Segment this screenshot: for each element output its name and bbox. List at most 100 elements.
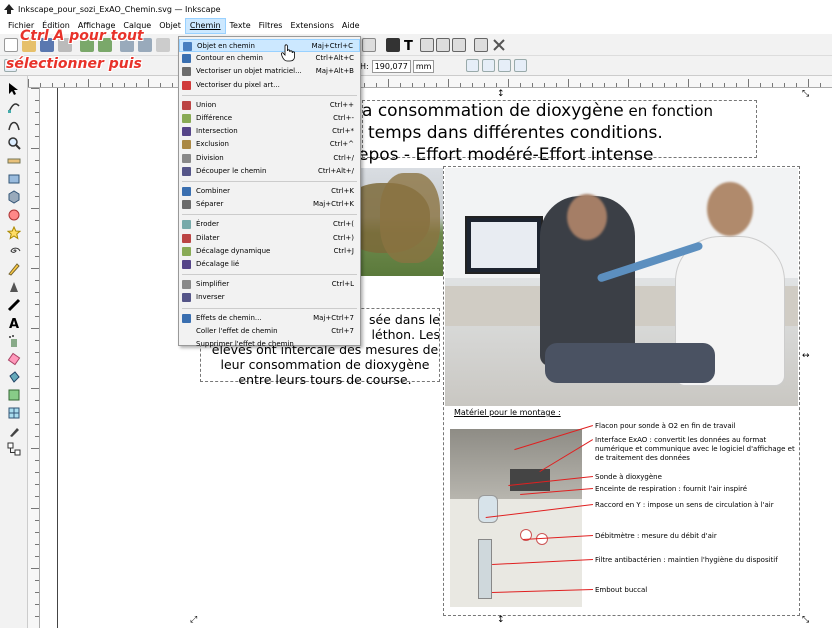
pen-tool-icon[interactable] (7, 280, 21, 294)
menu-item-division[interactable]: Division Ctrl+/ (179, 152, 360, 165)
menu-item-vectoriser-du-pixel-art[interactable]: Vectoriser du pixel art... (179, 79, 360, 92)
paragraph-line: entre leurs tours de course. (238, 372, 412, 387)
apparatus-label: Embout buccal (595, 586, 648, 594)
menu-item-intersection[interactable]: Intersection Ctrl+* (179, 125, 360, 138)
text-tool-icon[interactable]: A (7, 316, 21, 330)
menu-objet[interactable]: Objet (155, 18, 185, 34)
new-document-icon[interactable] (4, 38, 18, 52)
ruler-tick (604, 83, 605, 87)
menu-item-contour-en-chemin[interactable]: Contour en chemin Ctrl+Alt+C (179, 52, 360, 65)
apparatus-photo[interactable] (450, 429, 582, 607)
tweak-tool-icon[interactable] (7, 118, 21, 132)
unit-select[interactable]: mm (412, 59, 435, 73)
menu-texte[interactable]: Texte (226, 18, 255, 34)
menu-item-shortcut: Ctrl+7 (331, 326, 354, 335)
scale-corners-icon[interactable] (482, 59, 495, 72)
spray-tool-icon[interactable] (7, 334, 21, 348)
rectangle-tool-icon[interactable] (7, 172, 21, 186)
menu-item-decalage-dynamique[interactable]: Décalage dynamique Ctrl+J (179, 245, 360, 258)
menu-item-difference[interactable]: Différence Ctrl+- (179, 112, 360, 125)
menu-item-simplifier[interactable]: Simplifier Ctrl+L (179, 278, 360, 291)
menu-item-label: Effets de chemin... (196, 313, 262, 322)
menu-item-combiner[interactable]: Combiner Ctrl+K (179, 185, 360, 198)
paint-bucket-tool-icon[interactable] (7, 370, 21, 384)
zoom-fit-icon[interactable] (362, 38, 376, 52)
menu-item-shortcut: Ctrl+/ (333, 153, 354, 162)
ruler-tick (35, 496, 39, 497)
gradient-tool-icon[interactable] (7, 388, 21, 402)
ruler-tick (35, 544, 39, 545)
3d-box-tool-icon[interactable] (7, 190, 21, 204)
menu-item-union[interactable]: Union Ctrl++ (179, 99, 360, 112)
drawing-canvas[interactable]: a consommation de dioxygène en fonction … (40, 88, 832, 628)
dropper-tool-icon[interactable] (7, 424, 21, 438)
resize-handle[interactable]: ↕ (497, 616, 505, 625)
menu-item-objet-en-chemin[interactable]: Objet en chemin Maj+Ctrl+C (179, 39, 360, 52)
menu-filtres[interactable]: Filtres (255, 18, 287, 34)
students-photo[interactable] (445, 168, 798, 406)
menu-separator (182, 307, 357, 309)
menu-separator (182, 181, 357, 182)
menu-item-label: Contour en chemin (196, 54, 263, 63)
ruler-tick (28, 79, 29, 87)
menu-extensions[interactable]: Extensions (286, 18, 337, 34)
star-tool-icon[interactable] (7, 226, 21, 240)
height-input[interactable]: 190,077 (371, 59, 411, 73)
ruler-tick (76, 83, 77, 87)
mesh-tool-icon[interactable] (7, 406, 21, 420)
fill-stroke-icon[interactable] (386, 38, 400, 52)
xml-editor-icon[interactable] (420, 38, 434, 52)
resize-handle[interactable]: ⤡ (802, 616, 809, 625)
zoom-tool-icon[interactable] (7, 136, 21, 150)
ruler-tick (35, 412, 39, 413)
menu-item-vectoriser-un-objet-matriciel[interactable]: Vectoriser un objet matriciel... Maj+Alt+… (179, 65, 360, 78)
ruler-tick (508, 79, 509, 87)
menu-item-exclusion[interactable]: Exclusion Ctrl+^ (179, 138, 360, 151)
ruler-tick (35, 400, 39, 401)
pencil-tool-icon[interactable] (7, 262, 21, 276)
menu-chemin[interactable]: Chemin (184, 18, 226, 34)
ruler-tick (136, 83, 137, 87)
connector-tool-icon[interactable] (7, 442, 21, 456)
menu-item-dilater[interactable]: Dilater Ctrl+) (179, 232, 360, 245)
preferences-icon[interactable] (492, 38, 506, 52)
copy-icon[interactable] (156, 38, 170, 52)
objects-icon[interactable] (452, 38, 466, 52)
selector-tool-icon[interactable] (7, 82, 21, 96)
ruler-tick (35, 256, 39, 257)
layers-icon[interactable] (436, 38, 450, 52)
text-tool-icon[interactable]: T (402, 38, 416, 52)
cut-path-icon (182, 166, 191, 176)
menu-item-supprimer-l-effet-de-chemin[interactable]: Supprimer l'effet de chemin (179, 338, 360, 351)
ruler-tick (100, 83, 101, 87)
menu-item-effets-de-chemin[interactable]: Effets de chemin... Maj+Ctrl+7 (179, 312, 360, 325)
scale-stroke-icon[interactable] (466, 59, 479, 72)
menu-item-inverser[interactable]: Inverser (179, 291, 360, 304)
calligraphy-tool-icon[interactable] (7, 298, 21, 312)
menu-item-decalage-lie[interactable]: Décalage lié (179, 258, 360, 271)
move-patterns-icon[interactable] (514, 59, 527, 72)
menu-item-separer[interactable]: Séparer Maj+Ctrl+K (179, 198, 360, 211)
resize-handle[interactable]: ⤢ (190, 616, 197, 625)
align-icon[interactable] (474, 38, 488, 52)
menu-item-coller-l-effet-de-chemin[interactable]: Coller l'effet de chemin Ctrl+7 (179, 325, 360, 338)
union-icon (182, 100, 191, 110)
menu-aide[interactable]: Aide (338, 18, 364, 34)
node-tool-icon[interactable] (7, 100, 21, 114)
move-gradients-icon[interactable] (498, 59, 511, 72)
ruler-tick (364, 83, 365, 87)
object-to-path-icon (183, 42, 192, 51)
resize-handle[interactable]: ↕ (497, 90, 505, 99)
measure-tool-icon[interactable] (7, 154, 21, 168)
spiral-tool-icon[interactable] (7, 244, 21, 258)
resize-handle[interactable]: ⤡ (802, 90, 809, 99)
menu-item-eroder[interactable]: Éroder Ctrl+( (179, 218, 360, 231)
ellipse-tool-icon[interactable] (7, 208, 21, 222)
ruler-tick (784, 83, 785, 87)
resize-handle[interactable]: ↔ (802, 352, 810, 361)
eraser-tool-icon[interactable] (7, 352, 21, 366)
menu-item-shortcut: Maj+Ctrl+C (311, 42, 353, 50)
menu-item-decouper-le-chemin[interactable]: Découper le chemin Ctrl+Alt+/ (179, 165, 360, 178)
ruler-tick (172, 83, 173, 87)
hand-cursor-icon (281, 44, 295, 62)
